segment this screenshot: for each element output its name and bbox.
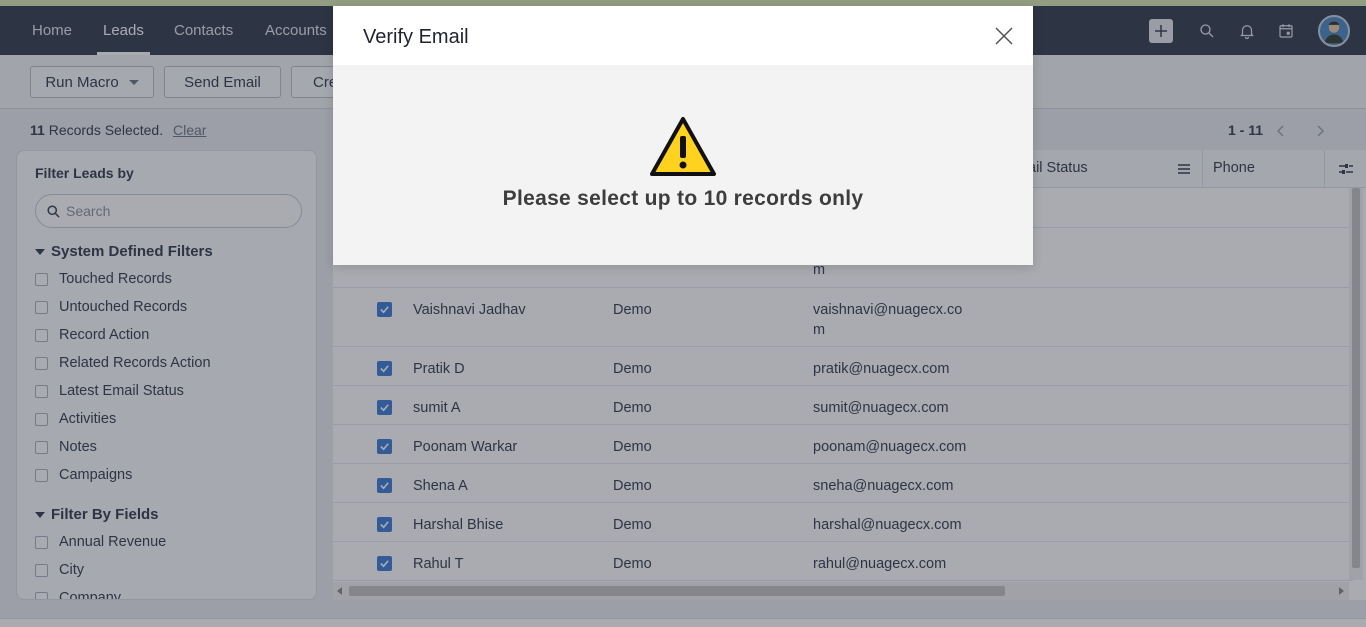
warning-icon bbox=[650, 117, 716, 176]
dialog-title: Verify Email bbox=[363, 26, 469, 48]
verify-email-dialog: Verify Email Please select up to 10 reco… bbox=[333, 6, 1033, 265]
dialog-header: Verify Email bbox=[333, 6, 1033, 65]
dialog-message: Please select up to 10 records only bbox=[502, 187, 864, 210]
close-icon[interactable] bbox=[993, 25, 1015, 47]
